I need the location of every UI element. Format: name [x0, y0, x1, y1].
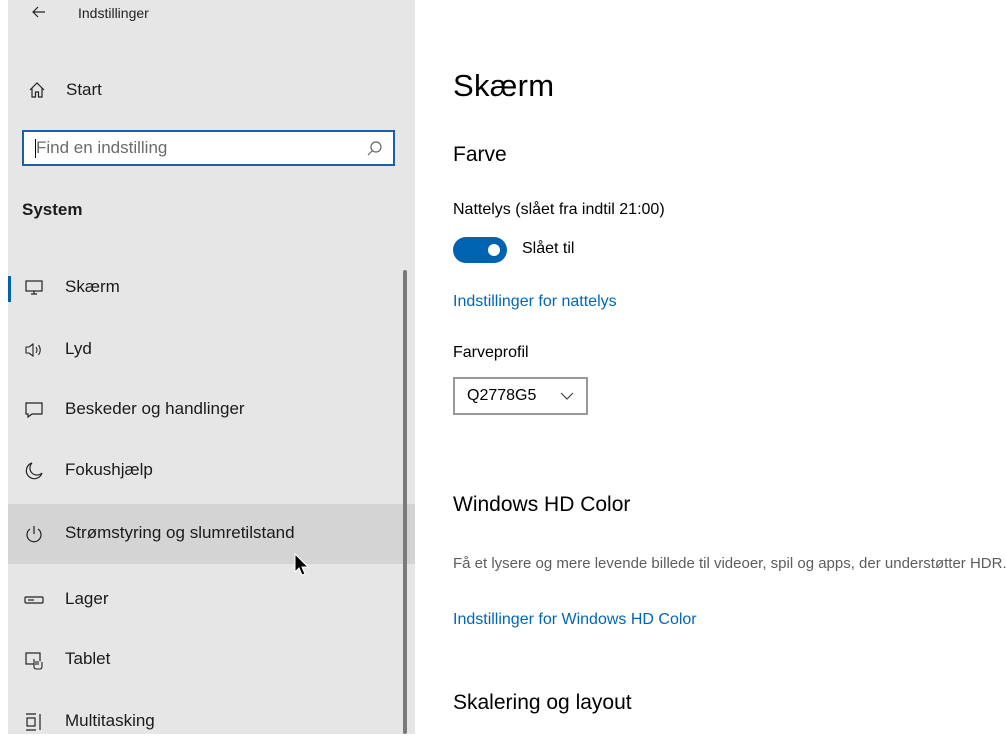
hd-color-description: Få et lysere og mere levende billede til…: [453, 555, 1006, 572]
app-title: Indstillinger: [78, 5, 149, 21]
mouse-pointer-icon: [294, 553, 310, 576]
hd-color-heading: Windows HD Color: [453, 493, 631, 516]
sidebar-item-tablet[interactable]: Tablet: [8, 630, 415, 690]
storage-icon: [24, 596, 44, 604]
toggle-knob: [488, 244, 500, 256]
page-title: Skærm: [453, 68, 555, 103]
sidebar-item-stroemstyring[interactable]: Strømstyring og slumretilstand: [8, 504, 415, 564]
chevron-down-icon: [560, 392, 574, 400]
color-heading: Farve: [453, 143, 507, 166]
power-icon: [26, 526, 42, 543]
sidebar-item-beskeder[interactable]: Beskeder og handlinger: [8, 380, 415, 440]
title-bar: Indstillinger: [8, 0, 415, 28]
speaker-icon: [25, 342, 41, 358]
toggle-state-label: Slået til: [522, 240, 575, 257]
sidebar-item-label: Lyd: [65, 339, 92, 358]
color-profile-label: Farveprofil: [453, 344, 529, 361]
sidebar-item-multitasking[interactable]: Multitasking: [8, 692, 415, 752]
sidebar-item-fokushjaelp[interactable]: Fokushjælp: [8, 441, 415, 501]
sidebar-scrollbar[interactable]: [403, 270, 407, 734]
sidebar-item-label: Multitasking: [65, 711, 155, 730]
hd-color-settings-link[interactable]: Indstillinger for Windows HD Color: [453, 611, 697, 629]
back-arrow-icon[interactable]: [32, 6, 46, 18]
nightlight-toggle[interactable]: [453, 237, 507, 263]
sidebar-item-label: Beskeder og handlinger: [65, 399, 245, 418]
sidebar-item-lyd[interactable]: Lyd: [8, 320, 415, 380]
sidebar-item-skaerm[interactable]: Skærm: [8, 258, 415, 318]
sidebar-item-label: Tablet: [65, 649, 111, 668]
home-button[interactable]: Start: [8, 72, 415, 108]
home-icon: [29, 82, 45, 98]
moon-icon: [25, 462, 43, 480]
sidebar-item-label: Skærm: [65, 277, 120, 296]
nightlight-settings-link[interactable]: Indstillinger for nattelys: [453, 293, 617, 311]
search-icon[interactable]: [366, 140, 383, 157]
section-title: System: [22, 200, 83, 219]
sidebar-item-label: Lager: [65, 589, 109, 608]
home-label: Start: [66, 80, 102, 99]
color-profile-dropdown[interactable]: Q2778G5: [453, 377, 588, 415]
message-icon: [25, 402, 43, 419]
monitor-icon: [25, 280, 43, 295]
color-profile-value: Q2778G5: [467, 387, 537, 404]
active-indicator: [8, 276, 11, 302]
sidebar-item-lager[interactable]: Lager: [8, 570, 415, 630]
nightlight-label: Nattelys (slået fra indtil 21:00): [453, 201, 665, 218]
window-edge: [0, 0, 8, 734]
multitasking-icon: [26, 713, 41, 731]
sidebar: Indstillinger Start System Skærm Lyd: [0, 0, 415, 734]
sidebar-item-label: Fokushjælp: [65, 460, 153, 479]
main-content: Skærm Farve Nattelys (slået fra indtil 2…: [415, 0, 1006, 734]
sidebar-item-label: Strømstyring og slumretilstand: [65, 523, 295, 542]
scaling-heading: Skalering og layout: [453, 691, 632, 714]
search-box[interactable]: [22, 130, 395, 166]
tablet-icon: [25, 652, 43, 670]
search-input[interactable]: [30, 132, 356, 164]
